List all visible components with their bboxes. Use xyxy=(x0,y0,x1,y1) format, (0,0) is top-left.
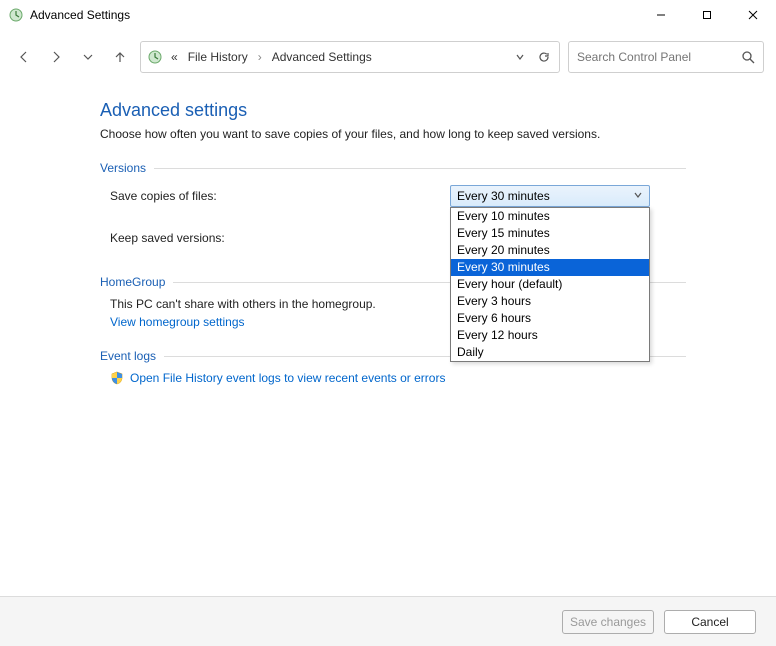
window-title: Advanced Settings xyxy=(30,8,130,22)
close-button[interactable] xyxy=(730,0,776,30)
content-area: Advanced settings Choose how often you w… xyxy=(0,80,776,596)
search-icon xyxy=(741,50,755,64)
dropdown-option[interactable]: Every hour (default) xyxy=(451,276,649,293)
refresh-button[interactable] xyxy=(535,48,553,66)
label-save-copies: Save copies of files: xyxy=(100,189,450,203)
address-dropdown-button[interactable] xyxy=(511,48,529,66)
combobox-save-copies[interactable]: Every 30 minutes xyxy=(450,185,650,207)
divider xyxy=(154,168,686,169)
page-subheading: Choose how often you want to save copies… xyxy=(100,127,686,141)
maximize-button[interactable] xyxy=(684,0,730,30)
dropdown-save-copies[interactable]: Every 10 minutesEvery 15 minutesEvery 20… xyxy=(450,207,650,362)
search-box[interactable] xyxy=(568,41,764,73)
section-header-versions: Versions xyxy=(100,161,686,175)
back-button[interactable] xyxy=(12,45,36,69)
forward-button[interactable] xyxy=(44,45,68,69)
dropdown-option[interactable]: Every 15 minutes xyxy=(451,225,649,242)
dropdown-option[interactable]: Every 20 minutes xyxy=(451,242,649,259)
cancel-button[interactable]: Cancel xyxy=(664,610,756,634)
link-open-eventlogs[interactable]: Open File History event logs to view rec… xyxy=(130,371,445,385)
section-title-versions: Versions xyxy=(100,161,146,175)
app-icon xyxy=(8,7,24,23)
section-title-homegroup: HomeGroup xyxy=(100,275,165,289)
chevron-right-icon: › xyxy=(256,50,264,64)
label-keep-saved: Keep saved versions: xyxy=(100,231,450,245)
dropdown-option[interactable]: Every 30 minutes xyxy=(451,259,649,276)
dropdown-option[interactable]: Every 6 hours xyxy=(451,310,649,327)
dropdown-option[interactable]: Every 12 hours xyxy=(451,327,649,344)
recent-locations-button[interactable] xyxy=(76,45,100,69)
footer: Save changes Cancel xyxy=(0,596,776,646)
up-button[interactable] xyxy=(108,45,132,69)
nav-row: « File History › Advanced Settings xyxy=(12,40,764,74)
row-eventlogs-link: Open File History event logs to view rec… xyxy=(100,371,686,385)
dropdown-option[interactable]: Every 10 minutes xyxy=(451,208,649,225)
dropdown-option[interactable]: Daily xyxy=(451,344,649,361)
shield-icon xyxy=(110,371,124,385)
search-input[interactable] xyxy=(577,50,727,64)
save-changes-button[interactable]: Save changes xyxy=(562,610,654,634)
breadcrumb-item-file-history[interactable]: File History xyxy=(186,50,250,64)
window-buttons xyxy=(638,0,776,30)
address-bar[interactable]: « File History › Advanced Settings xyxy=(140,41,560,73)
titlebar: Advanced Settings xyxy=(0,0,776,30)
combobox-selected-value: Every 30 minutes xyxy=(457,189,550,203)
address-icon xyxy=(147,49,163,65)
minimize-button[interactable] xyxy=(638,0,684,30)
dropdown-option[interactable]: Every 3 hours xyxy=(451,293,649,310)
breadcrumb-item-advanced-settings[interactable]: Advanced Settings xyxy=(270,50,374,64)
row-save-copies: Save copies of files: Every 30 minutes E… xyxy=(100,185,686,207)
breadcrumb-prefix: « xyxy=(169,50,180,64)
page-heading: Advanced settings xyxy=(100,100,686,121)
chevron-down-icon xyxy=(633,189,643,203)
section-title-eventlogs: Event logs xyxy=(100,349,156,363)
